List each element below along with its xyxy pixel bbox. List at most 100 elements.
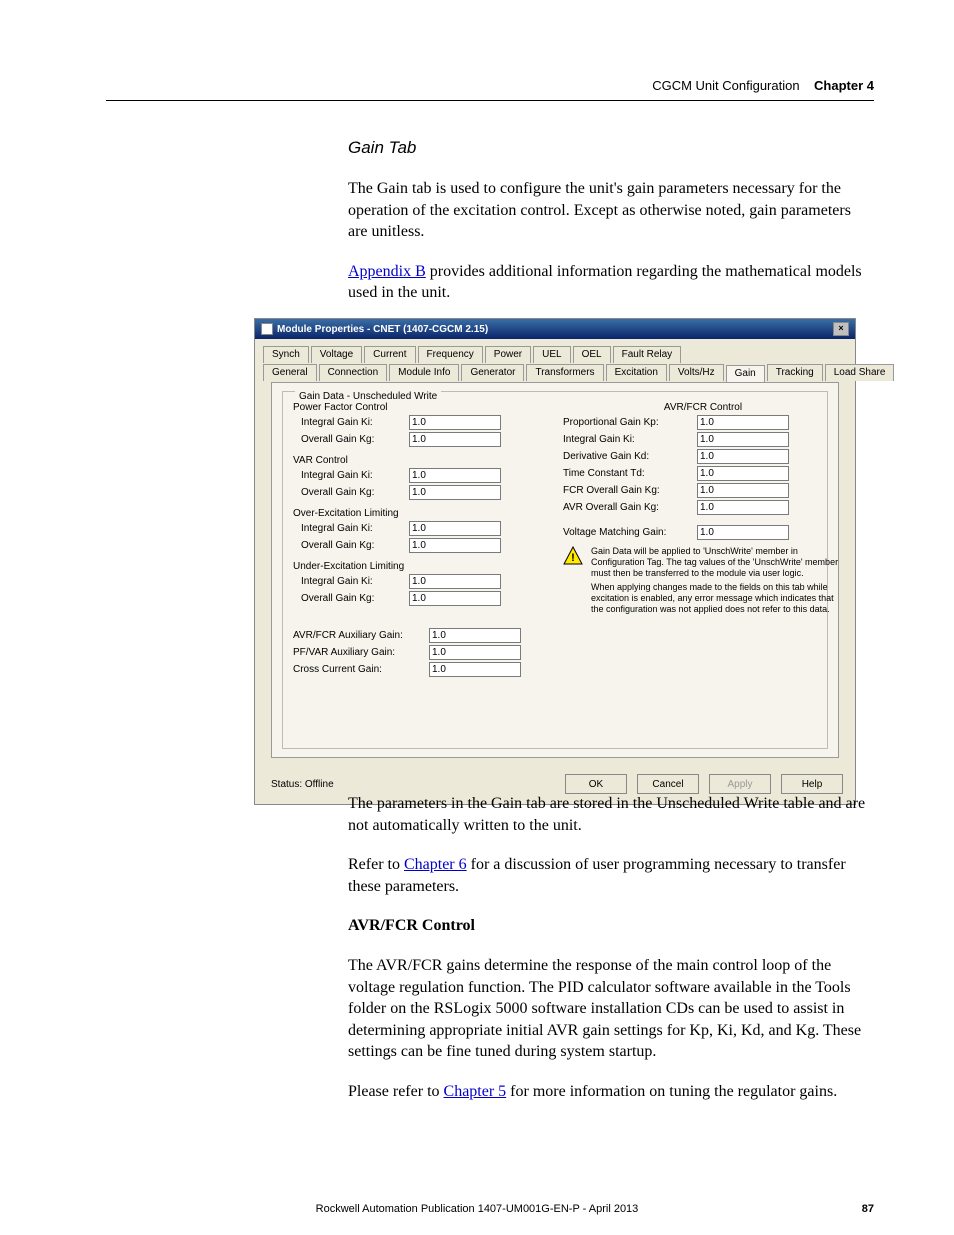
var-ki-label: Integral Gain Ki: [293,470,403,481]
para6-a: Please refer to [348,1083,444,1100]
var-title: VAR Control [293,455,543,466]
kp-input[interactable] [697,415,789,430]
paragraph-1: The Gain tab is used to configure the un… [348,178,874,243]
oel-title: Over-Excitation Limiting [293,508,543,519]
left-column: Power Factor Control Integral Gain Ki: O… [293,398,543,679]
tab-generator[interactable]: Generator [461,364,524,381]
var-ki-input[interactable] [409,468,501,483]
aux2-label: PF/VAR Auxiliary Gain: [293,647,423,658]
tab-load-share[interactable]: Load Share [825,364,895,381]
kd-label: Derivative Gain Kd: [563,451,691,462]
pf-kg-label: Overall Gain Kg: [293,434,403,445]
header-chapter: Chapter 4 [814,78,874,93]
paragraph-6: Please refer to Chapter 5 for more infor… [348,1081,874,1103]
pf-title: Power Factor Control [293,402,543,413]
module-properties-dialog: Module Properties - CNET (1407-CGCM 2.15… [254,318,856,805]
tab-module-info[interactable]: Module Info [389,364,459,381]
tab-panel: Gain Data - Unscheduled Write Power Fact… [271,382,839,758]
aux1-label: AVR/FCR Auxiliary Gain: [293,630,423,641]
ki-label: Integral Gain Ki: [563,434,691,445]
paragraph-2b: provides additional information regardin… [348,263,862,302]
tab-fault-relay[interactable]: Fault Relay [613,346,682,363]
tabs-row-2: General Connection Module Info Generator… [263,364,847,382]
tab-power[interactable]: Power [485,346,531,363]
header-rule [106,100,874,101]
tab-excitation[interactable]: Excitation [606,364,667,381]
fcr-kg-label: FCR Overall Gain Kg: [563,485,691,496]
vm-label: Voltage Matching Gain: [563,527,691,538]
kp-label: Proportional Gain Kp: [563,417,691,428]
tab-current[interactable]: Current [364,346,415,363]
group-box: Gain Data - Unscheduled Write Power Fact… [282,391,828,749]
oel-kg-input[interactable] [409,538,501,553]
uel-title: Under-Excitation Limiting [293,561,543,572]
tab-gain[interactable]: Gain [726,365,765,383]
section-title: Gain Tab [348,138,874,158]
svg-text:!: ! [571,552,575,564]
link-appendix-b[interactable]: Appendix B [348,263,426,280]
oel-ki-input[interactable] [409,521,501,536]
pf-kg-input[interactable] [409,432,501,447]
cc-input[interactable] [429,662,521,677]
uel-ki-input[interactable] [409,574,501,589]
kd-input[interactable] [697,449,789,464]
var-kg-input[interactable] [409,485,501,500]
status-text: Status: Offline [267,779,555,790]
link-chapter-5[interactable]: Chapter 5 [444,1083,507,1100]
warning-text-1: Gain Data will be applied to 'UnschWrite… [591,546,843,578]
cancel-button[interactable]: Cancel [637,774,699,794]
app-icon [261,323,273,335]
var-kg-label: Overall Gain Kg: [293,487,403,498]
ki-input[interactable] [697,432,789,447]
uel-kg-input[interactable] [409,591,501,606]
dialog-titlebar: Module Properties - CNET (1407-CGCM 2.15… [255,319,855,339]
help-button[interactable]: Help [781,774,843,794]
avr-kg-label: AVR Overall Gain Kg: [563,502,691,513]
dialog-title: Module Properties - CNET (1407-CGCM 2.15… [277,324,833,335]
paragraph-5: The AVR/FCR gains determine the response… [348,955,874,1063]
td-input[interactable] [697,466,789,481]
publication-text: Rockwell Automation Publication 1407-UM0… [0,1203,954,1215]
aux1-input[interactable] [429,628,521,643]
paragraph-4: Refer to Chapter 6 for a discussion of u… [348,854,874,897]
para4-a: Refer to [348,856,404,873]
oel-kg-label: Overall Gain Kg: [293,540,403,551]
avr-fcr-title: AVR/FCR Control [563,402,843,413]
page-header: CGCM Unit Configuration Chapter 4 [652,78,874,93]
ok-button[interactable]: OK [565,774,627,794]
tabs: Synch Voltage Current Frequency Power UE… [255,339,855,758]
link-chapter-6[interactable]: Chapter 6 [404,856,467,873]
tab-synch[interactable]: Synch [263,346,309,363]
tabs-row-1: Synch Voltage Current Frequency Power UE… [263,346,847,363]
page-number: 87 [862,1203,874,1215]
tab-tracking[interactable]: Tracking [767,364,823,381]
warning-icon: ! [563,546,583,566]
aux2-input[interactable] [429,645,521,660]
pf-ki-label: Integral Gain Ki: [293,417,403,428]
td-label: Time Constant Td: [563,468,691,479]
paragraph-2: Appendix B provides additional informati… [348,261,874,304]
tab-oel[interactable]: OEL [573,346,611,363]
tab-transformers[interactable]: Transformers [526,364,603,381]
tab-general[interactable]: General [263,364,317,381]
avr-kg-input[interactable] [697,500,789,515]
oel-ki-label: Integral Gain Ki: [293,523,403,534]
tab-uel[interactable]: UEL [533,346,570,363]
tab-volts-hz[interactable]: Volts/Hz [669,364,724,381]
pf-ki-input[interactable] [409,415,501,430]
close-icon[interactable]: × [833,322,849,336]
uel-ki-label: Integral Gain Ki: [293,576,403,587]
tab-voltage[interactable]: Voltage [311,346,362,363]
right-column: AVR/FCR Control Proportional Gain Kp: In… [563,398,843,615]
apply-button[interactable]: Apply [709,774,771,794]
page-footer: Rockwell Automation Publication 1407-UM0… [0,1203,954,1215]
para6-b: for more information on tuning the regul… [506,1083,837,1100]
vm-input[interactable] [697,525,789,540]
heading-avr-fcr: AVR/FCR Control [348,915,874,937]
fcr-kg-input[interactable] [697,483,789,498]
tab-connection[interactable]: Connection [319,364,388,381]
cc-label: Cross Current Gain: [293,664,423,675]
tab-frequency[interactable]: Frequency [418,346,483,363]
uel-kg-label: Overall Gain Kg: [293,593,403,604]
header-text: CGCM Unit Configuration [652,78,799,93]
